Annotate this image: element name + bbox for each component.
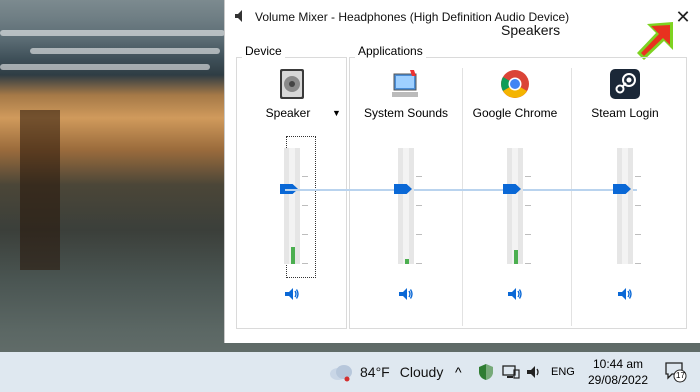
slider-tick: [302, 234, 308, 235]
channel-label: Speaker: [265, 106, 311, 120]
channel-steam-login: Steam Login: [569, 64, 681, 326]
speaker-icon: [235, 10, 242, 22]
volume-tray-icon[interactable]: [526, 352, 542, 392]
cloud-icon: [330, 365, 352, 382]
slider-tick: [525, 263, 531, 264]
slider-tick: [302, 205, 308, 206]
wave-foam: [30, 48, 220, 54]
volume-slider-track[interactable]: [617, 148, 641, 264]
slider-tick: [635, 263, 641, 264]
applications-group-label: Applications: [355, 44, 426, 58]
system-sounds-icon: [392, 70, 418, 97]
slider-tick: [416, 205, 422, 206]
slider-tick: [525, 176, 531, 177]
chrome-icon: [501, 70, 529, 98]
mute-button-speaker-icon[interactable]: [507, 286, 523, 302]
pointer-arrow-icon: [637, 22, 673, 60]
peak-meter: [514, 250, 518, 264]
network-tray-icon[interactable]: [502, 352, 520, 392]
slider-tick: [635, 205, 641, 206]
peak-meter: [405, 259, 409, 264]
channel-google-chrome: Google Chrome: [459, 64, 571, 326]
speaker-device-icon: [280, 69, 304, 99]
channel-speaker: Speaker ▼: [236, 64, 348, 326]
language-label: ENG: [551, 366, 575, 378]
shield-icon: [479, 364, 493, 380]
security-tray-icon[interactable]: [478, 352, 494, 392]
weather-temp: 84°F: [360, 364, 390, 380]
mute-button-speaker-icon[interactable]: [284, 286, 300, 302]
wave-foam: [0, 64, 210, 70]
slider-tick: [416, 263, 422, 264]
mute-button-speaker-icon[interactable]: [617, 286, 633, 302]
chevron-up-icon: ^: [455, 364, 462, 380]
speaker-icon: [527, 366, 539, 378]
notification-badge: 17: [676, 371, 685, 380]
notification-center-button[interactable]: 17: [664, 352, 688, 392]
language-indicator[interactable]: ENG: [551, 352, 575, 392]
weather-condition: Cloudy: [399, 364, 444, 380]
slider-tick: [302, 263, 308, 264]
reflection-shadow: [20, 110, 60, 270]
peak-meter: [291, 247, 295, 264]
volume-slider-track[interactable]: [284, 148, 308, 264]
slider-tick: [635, 176, 641, 177]
slider-tick: [302, 176, 308, 177]
channel-system-sounds: System Sounds: [350, 64, 462, 326]
speakers-tooltip: Speakers: [499, 22, 563, 38]
title-bar[interactable]: Volume Mixer - Headphones (High Definiti…: [225, 0, 700, 34]
device-dropdown-chevron-down-icon[interactable]: ▼: [332, 108, 341, 118]
clock[interactable]: 10:44 am 29/08/2022: [586, 356, 650, 388]
channel-label: Google Chrome: [472, 106, 558, 120]
slider-tick: [635, 234, 641, 235]
steam-icon: [610, 69, 640, 99]
slider-tick: [416, 176, 422, 177]
slider-tick: [525, 234, 531, 235]
close-icon: ✕: [675, 6, 691, 27]
volume-slider-track[interactable]: [507, 148, 531, 264]
show-hidden-icons-button[interactable]: ^: [455, 352, 462, 392]
volume-slider-track[interactable]: [398, 148, 422, 264]
channel-label: Steam Login: [591, 106, 659, 120]
taskbar: 84°F Cloudy ^ ENG 10:44 am 29/08/2022 17: [0, 352, 700, 392]
mute-button-speaker-icon[interactable]: [398, 286, 414, 302]
device-group-label: Device: [242, 44, 285, 58]
wave-foam: [0, 30, 225, 36]
network-icon: [502, 365, 520, 379]
channel-label: System Sounds: [363, 106, 449, 120]
slider-tick: [416, 234, 422, 235]
weather-widget[interactable]: 84°F Cloudy: [328, 352, 443, 392]
clock-date: 29/08/2022: [587, 373, 649, 387]
slider-tick: [525, 205, 531, 206]
clock-time: 10:44 am: [592, 357, 644, 371]
volume-mixer-window: Volume Mixer - Headphones (High Definiti…: [224, 0, 700, 343]
